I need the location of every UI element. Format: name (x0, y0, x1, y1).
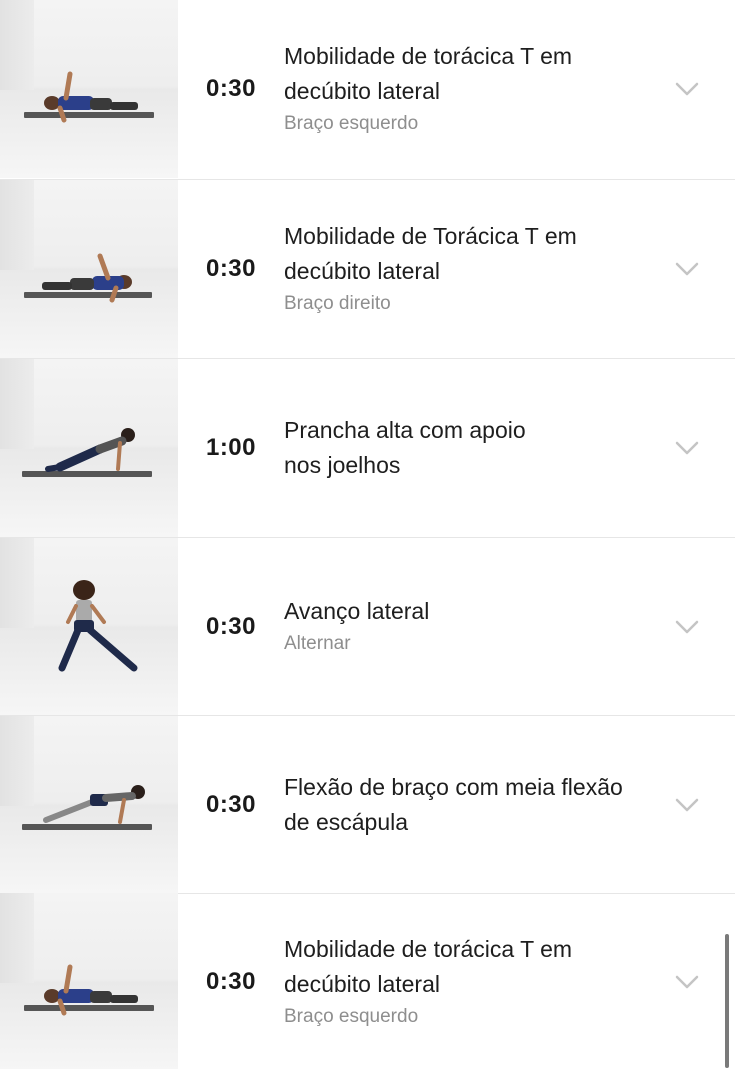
exercise-row[interactable]: 0:30 Mobilidade de Torácica T em decúbit… (0, 179, 735, 358)
exercise-subtitle: Alternar (284, 633, 351, 654)
exercise-info: Mobilidade de torácica T em decúbito lat… (284, 932, 657, 1032)
exercise-thumbnail (0, 715, 178, 894)
exercise-subtitle: Braço esquerdo (284, 1005, 419, 1027)
exercise-title: Avanço lateral (284, 594, 647, 629)
exercise-duration: 1:00 (205, 433, 257, 461)
exercise-title-line2: decúbito lateral (284, 78, 440, 104)
exercise-row[interactable]: 0:30 Mobilidade de torácica T em decúbit… (0, 892, 735, 1069)
exercise-duration: 0:30 (205, 967, 257, 995)
exercise-duration: 0:30 (205, 254, 257, 282)
exercise-thumbnail (0, 358, 178, 537)
exercise-title-line1: Mobilidade de Torácica T em (284, 222, 577, 249)
exercise-title-line1: Prancha alta com apoio (284, 416, 526, 443)
chevron-down-icon[interactable] (657, 975, 717, 989)
exercise-info: Prancha alta com apoio nos joelhos (284, 413, 657, 483)
exercise-title: Mobilidade de Torácica T em decúbito lat… (284, 219, 647, 289)
exercise-info: Mobilidade de torácica T em decúbito lat… (284, 39, 657, 139)
exercise-title-line2: de escápula (284, 808, 409, 835)
exercise-title-line1: Flexão de braço com meia flexão (284, 773, 623, 800)
vertical-scrollbar[interactable] (725, 934, 729, 1068)
exercise-row[interactable]: 0:30 Flexão de braço com meia flexão de … (0, 715, 735, 894)
exercise-row[interactable]: 0:30 Mobilidade de torácica T em decúbit… (0, 0, 735, 178)
chevron-down-icon[interactable] (657, 82, 717, 96)
exercise-thumbnail (0, 537, 178, 716)
chevron-down-icon[interactable] (657, 798, 717, 812)
exercise-info: Mobilidade de Torácica T em decúbito lat… (284, 219, 657, 319)
exercise-thumbnail (0, 892, 178, 1069)
exercise-thumbnail (0, 0, 178, 178)
exercise-duration: 0:30 (205, 790, 257, 818)
exercise-duration: 0:30 (205, 75, 257, 102)
exercise-row[interactable]: 0:30 Avanço lateral Alternar (0, 537, 735, 716)
exercise-title-line2: decúbito lateral (284, 970, 440, 997)
exercise-title-line1: Avanço lateral (284, 598, 430, 624)
exercise-title: Prancha alta com apoio nos joelhos (284, 413, 647, 483)
exercise-title: Mobilidade de torácica T em decúbito lat… (284, 39, 647, 109)
chevron-down-icon[interactable] (657, 441, 717, 455)
exercise-title-line2: nos joelhos (284, 451, 401, 478)
exercise-row[interactable]: 1:00 Prancha alta com apoio nos joelhos (0, 358, 735, 537)
chevron-down-icon[interactable] (657, 620, 717, 634)
exercise-info: Flexão de braço com meia flexão de escáp… (284, 770, 657, 840)
exercise-title: Mobilidade de torácica T em decúbito lat… (284, 932, 647, 1002)
exercise-info: Avanço lateral Alternar (284, 594, 657, 659)
exercise-subtitle: Braço esquerdo (284, 113, 419, 134)
chevron-down-icon[interactable] (657, 262, 717, 276)
exercise-duration: 0:30 (205, 612, 257, 640)
exercise-title-line1: Mobilidade de torácica T em (284, 935, 573, 962)
exercise-list: 0:30 Mobilidade de torácica T em decúbit… (0, 0, 735, 1069)
exercise-title-line1: Mobilidade de torácica T em (284, 43, 573, 69)
exercise-title-line2: decúbito lateral (284, 257, 440, 284)
exercise-subtitle: Braço direito (284, 292, 391, 314)
exercise-title: Flexão de braço com meia flexão de escáp… (284, 770, 647, 840)
exercise-thumbnail (0, 179, 178, 358)
